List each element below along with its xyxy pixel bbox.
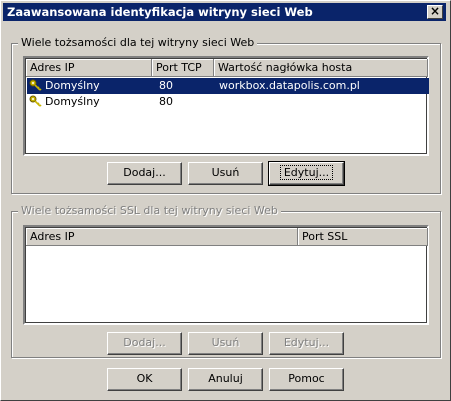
table-row[interactable]: Domyślny 80 — [27, 94, 429, 110]
ssl-identities-listview[interactable]: Adres IP Port SSL — [23, 225, 429, 325]
column-header-ssl-port[interactable]: Port SSL — [298, 228, 428, 246]
advanced-identification-dialog: Zaawansowana identyfikacja witryny sieci… — [0, 0, 451, 401]
cell-port: 80 — [159, 95, 173, 108]
add-identity-button[interactable]: Dodaj... — [107, 162, 182, 185]
cell-host — [215, 94, 429, 110]
cancel-button[interactable]: Anuluj — [188, 368, 263, 391]
column-header-ssl-ip[interactable]: Adres IP — [26, 228, 298, 246]
close-icon[interactable]: × — [427, 5, 443, 19]
remove-ssl-button[interactable]: Usuń — [188, 332, 263, 355]
identities-listview[interactable]: Adres IP Port TCP Wartość nagłówka hosta… — [23, 56, 429, 156]
edit-ssl-button[interactable]: Edytuj... — [269, 332, 344, 355]
column-header-tcp-port[interactable]: Port TCP — [152, 59, 214, 77]
identities-list-header: Adres IP Port TCP Wartość nagłówka hosta — [26, 59, 428, 77]
cell-port: 80 — [159, 79, 173, 92]
help-button[interactable]: Pomoc — [269, 368, 344, 391]
cell-ip: Domyślny — [27, 78, 153, 94]
edit-identity-button[interactable]: Edytuj... — [268, 161, 345, 186]
cell-ip: Domyślny — [27, 94, 153, 110]
ssl-list-header: Adres IP Port SSL — [26, 228, 428, 246]
add-ssl-button[interactable]: Dodaj... — [107, 332, 182, 355]
remove-identity-button[interactable]: Usuń — [188, 162, 263, 185]
ok-button[interactable]: OK — [107, 368, 182, 391]
ssl-group-legend: Wiele tożsamości SSL dla tej witryny sie… — [18, 204, 281, 217]
row-ip-text: Domyślny — [45, 95, 100, 108]
edit-identity-label: Edytuj... — [279, 165, 334, 180]
column-header-ip[interactable]: Adres IP — [26, 59, 152, 77]
identities-group-legend: Wiele tożsamości dla tej witryny sieci W… — [18, 36, 258, 49]
table-row[interactable]: Domyślny 80 workbox.datapolis.com.pl — [27, 78, 429, 94]
row-ip-text: Domyślny — [45, 79, 100, 92]
key-icon — [29, 79, 42, 91]
cell-host: workbox.datapolis.com.pl — [219, 79, 360, 92]
key-icon — [29, 95, 42, 107]
title-bar: Zaawansowana identyfikacja witryny sieci… — [3, 3, 446, 21]
column-header-host[interactable]: Wartość nagłówka hosta — [214, 59, 428, 77]
dialog-title: Zaawansowana identyfikacja witryny sieci… — [7, 5, 313, 19]
